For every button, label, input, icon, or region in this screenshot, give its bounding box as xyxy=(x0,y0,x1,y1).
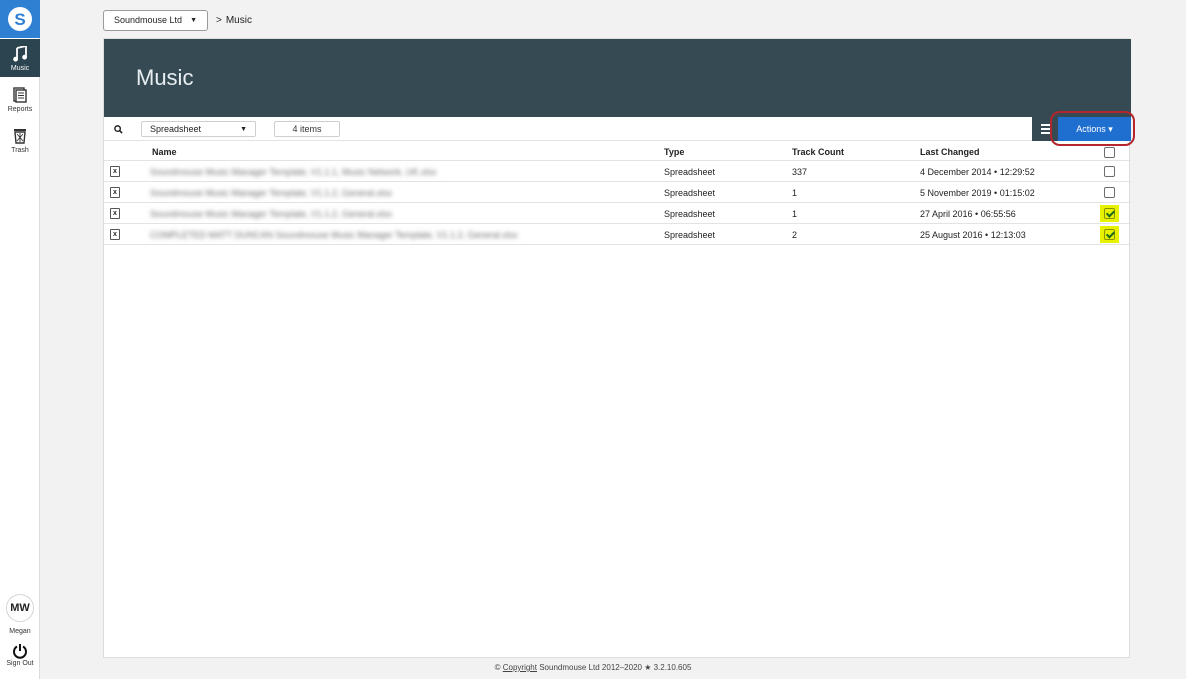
column-header-type[interactable]: Type xyxy=(664,147,684,157)
sidebar-item-reports[interactable]: Reports xyxy=(0,80,40,118)
column-header-last-changed[interactable]: Last Changed xyxy=(920,147,980,157)
soundmouse-logo[interactable]: S xyxy=(0,0,40,38)
file-type: Spreadsheet xyxy=(664,188,716,198)
report-icon xyxy=(11,86,29,104)
last-changed: 27 April 2016 • 06:55:56 xyxy=(920,209,1016,219)
power-icon xyxy=(13,644,27,659)
avatar[interactable]: MW xyxy=(6,594,34,622)
row-checkbox[interactable] xyxy=(1104,229,1115,240)
footer-text: Soundmouse Ltd 2012–2020 ★ 3.2.10.605 xyxy=(539,663,692,672)
select-all-checkbox[interactable] xyxy=(1104,147,1115,158)
file-name[interactable]: COMPLETED MATT DUNCAN Soundmouse Music M… xyxy=(150,230,518,240)
music-note-icon xyxy=(11,45,29,63)
caret-down-icon: ▼ xyxy=(190,16,197,24)
last-changed: 25 August 2016 • 12:13:03 xyxy=(920,230,1026,240)
file-type: Spreadsheet xyxy=(664,167,716,177)
trash-icon xyxy=(11,127,29,145)
list-view-button[interactable] xyxy=(1032,117,1058,141)
track-count: 1 xyxy=(792,209,798,219)
search-icon xyxy=(113,124,123,134)
app-window: S Music Reports Trash MW Megan Sign Out xyxy=(0,0,1186,679)
file-name[interactable]: Soundmouse Music Manager Template, V1.1.… xyxy=(150,167,436,177)
sidebar-item-music[interactable]: Music xyxy=(0,39,40,77)
toolbar: Spreadsheet ▼ 4 items Actions ▾ xyxy=(104,111,1135,146)
sign-out-button[interactable]: Sign Out xyxy=(0,643,40,679)
file-name[interactable]: Soundmouse Music Manager Template, V1.1.… xyxy=(150,209,392,219)
sidebar: S Music Reports Trash MW Megan Sign Out xyxy=(0,0,40,679)
table-row[interactable]: x Soundmouse Music Manager Template, V1.… xyxy=(104,204,1131,224)
track-count: 1 xyxy=(792,188,798,198)
table-row[interactable]: x COMPLETED MATT DUNCAN Soundmouse Music… xyxy=(104,225,1131,245)
footer: © Copyright Soundmouse Ltd 2012–2020 ★ 3… xyxy=(0,663,1186,672)
table-header: Name Type Track Count Last Changed xyxy=(104,142,1131,161)
file-name[interactable]: Soundmouse Music Manager Template, V1.1.… xyxy=(150,188,392,198)
row-checkbox[interactable] xyxy=(1104,166,1115,177)
sidebar-item-label: Music xyxy=(10,64,30,72)
logo-letter: S xyxy=(14,9,26,29)
breadcrumb: Soundmouse Ltd ▼ > Music xyxy=(103,9,252,31)
organization-select[interactable]: Soundmouse Ltd ▼ xyxy=(103,9,208,31)
spreadsheet-file-icon: x xyxy=(110,166,120,177)
actions-button[interactable]: Actions ▾ xyxy=(1058,117,1131,141)
column-header-track-count[interactable]: Track Count xyxy=(792,147,844,157)
spreadsheet-file-icon: x xyxy=(110,187,120,198)
user-name: Megan xyxy=(9,628,31,635)
item-count: 4 items xyxy=(274,121,340,137)
row-checkbox[interactable] xyxy=(1104,208,1115,219)
list-icon xyxy=(1040,124,1050,134)
type-filter-select[interactable]: Spreadsheet ▼ xyxy=(141,121,256,137)
row-checkbox[interactable] xyxy=(1104,187,1115,198)
track-count: 337 xyxy=(792,167,808,177)
table-row[interactable]: x Soundmouse Music Manager Template, V1.… xyxy=(104,162,1131,182)
caret-down-icon: ▼ xyxy=(240,125,247,133)
column-header-name[interactable]: Name xyxy=(152,147,177,157)
sidebar-item-label: Reports xyxy=(7,105,33,113)
breadcrumb-current: Music xyxy=(225,14,252,26)
track-count: 2 xyxy=(792,230,798,240)
search-button[interactable] xyxy=(110,121,126,137)
copyright-link[interactable]: Copyright xyxy=(503,663,537,672)
file-type: Spreadsheet xyxy=(664,209,716,219)
page-header: Music xyxy=(104,39,1131,117)
last-changed: 5 November 2019 • 01:15:02 xyxy=(920,188,1035,198)
breadcrumb-separator: > xyxy=(216,14,222,26)
file-type: Spreadsheet xyxy=(664,230,716,240)
spreadsheet-file-icon: x xyxy=(110,208,120,219)
sidebar-item-trash[interactable]: Trash xyxy=(0,121,40,159)
logo-mark-icon: S xyxy=(8,7,32,31)
main-panel: Music Spreadsheet ▼ 4 items Actions ▾ Na… xyxy=(103,38,1135,658)
copyright-symbol: © xyxy=(494,663,501,672)
type-filter-value: Spreadsheet xyxy=(150,124,202,134)
organization-name: Soundmouse Ltd xyxy=(114,15,183,25)
sidebar-item-label: Trash xyxy=(11,146,29,154)
spreadsheet-file-icon: x xyxy=(110,229,120,240)
last-changed: 4 December 2014 • 12:29:52 xyxy=(920,167,1035,177)
page-title: Music xyxy=(136,65,194,90)
table-row[interactable]: x Soundmouse Music Manager Template, V1.… xyxy=(104,183,1131,203)
